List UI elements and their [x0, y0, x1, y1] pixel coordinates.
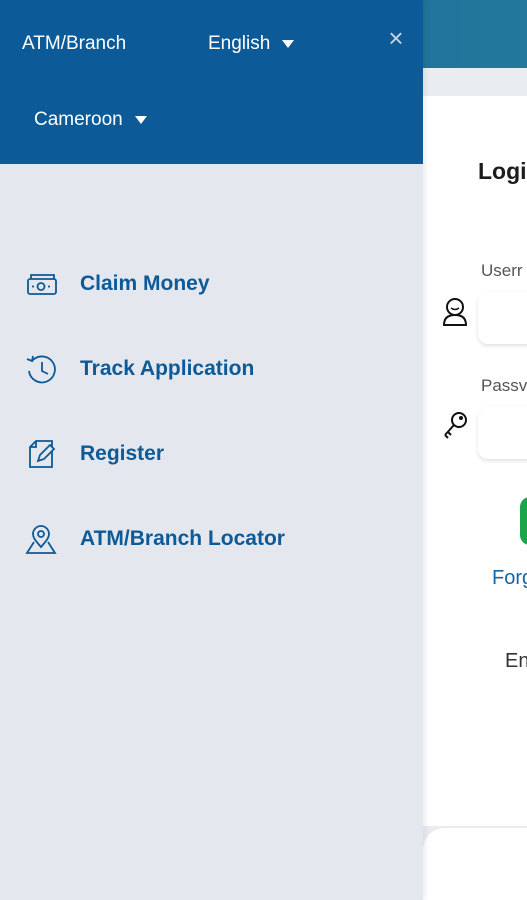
- password-field[interactable]: [478, 407, 527, 459]
- username-field[interactable]: [478, 292, 527, 344]
- login-button[interactable]: [520, 497, 527, 545]
- country-selector[interactable]: Cameroon: [34, 109, 147, 131]
- history-icon: [22, 350, 60, 388]
- language-selector[interactable]: English: [208, 33, 295, 55]
- menu-item-label: Claim Money: [80, 272, 210, 295]
- user-icon: [442, 298, 468, 326]
- password-label: Passv: [481, 376, 527, 395]
- menu-item-label: Register: [80, 442, 165, 465]
- enroll-text: En: [505, 650, 527, 672]
- map-pin-icon: [22, 520, 60, 558]
- key-icon: [444, 412, 467, 439]
- bottom-card: [423, 828, 527, 900]
- menu-item-label: Track Application: [80, 357, 255, 380]
- menu-item-register[interactable]: Register: [22, 432, 402, 476]
- login-card: [423, 96, 527, 826]
- drawer-header: ATM/Branch English × Cameroon: [0, 0, 423, 164]
- edit-document-icon: [22, 435, 60, 473]
- menu-item-track-application[interactable]: Track Application: [22, 347, 402, 391]
- country-value: Cameroon: [34, 109, 123, 130]
- menu-item-label: ATM/Branch Locator: [80, 527, 285, 550]
- close-icon[interactable]: ×: [384, 25, 408, 51]
- atm-branch-link[interactable]: ATM/Branch: [22, 33, 126, 55]
- username-label: Userr: [481, 261, 523, 280]
- side-drawer: ATM/Branch English × Cameroon Claim Mone…: [0, 0, 423, 900]
- chevron-down-icon: [282, 39, 295, 48]
- menu-item-atm-branch-locator[interactable]: ATM/Branch Locator: [22, 517, 402, 561]
- menu-item-claim-money[interactable]: Claim Money: [22, 262, 402, 306]
- login-title: Logi: [478, 158, 527, 184]
- cash-icon: [22, 265, 60, 303]
- language-value: English: [208, 33, 271, 54]
- chevron-down-icon: [134, 115, 147, 124]
- forgot-link[interactable]: Forg: [492, 567, 527, 590]
